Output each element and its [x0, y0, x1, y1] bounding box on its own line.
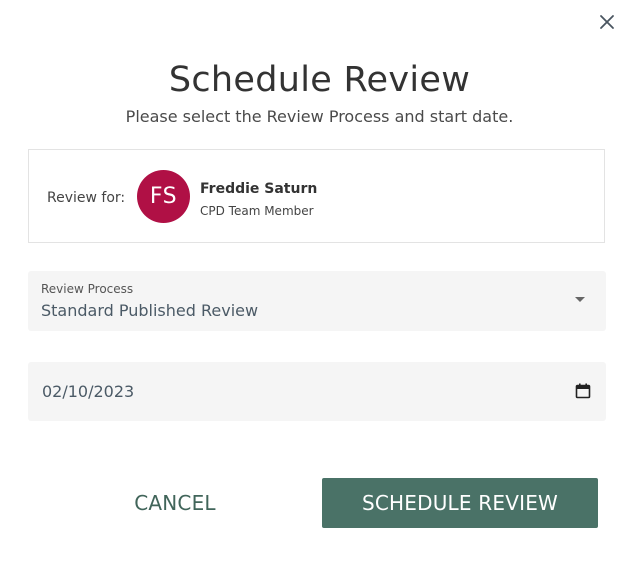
- review-for-card: Review for: FS Freddie Saturn CPD Team M…: [28, 149, 605, 243]
- start-date-input[interactable]: 02/10/2023: [42, 381, 134, 402]
- person-role: CPD Team Member: [200, 204, 314, 218]
- chevron-down-icon: [575, 297, 585, 302]
- schedule-review-button[interactable]: SCHEDULE REVIEW: [322, 478, 598, 528]
- review-for-label: Review for:: [47, 190, 126, 206]
- avatar: FS: [137, 170, 190, 223]
- calendar-icon[interactable]: [575, 383, 591, 399]
- review-process-select[interactable]: Review Process Standard Published Review: [28, 271, 606, 331]
- review-process-label: Review Process: [41, 282, 134, 296]
- cancel-button[interactable]: CANCEL: [110, 478, 240, 528]
- dialog-subtitle: Please select the Review Process and sta…: [125, 107, 514, 126]
- close-icon[interactable]: [597, 12, 617, 32]
- review-process-value: Standard Published Review: [41, 301, 259, 320]
- dialog-title: Schedule Review: [168, 60, 471, 100]
- person-name: Freddie Saturn: [200, 181, 318, 197]
- start-date-field[interactable]: 02/10/2023: [28, 362, 606, 421]
